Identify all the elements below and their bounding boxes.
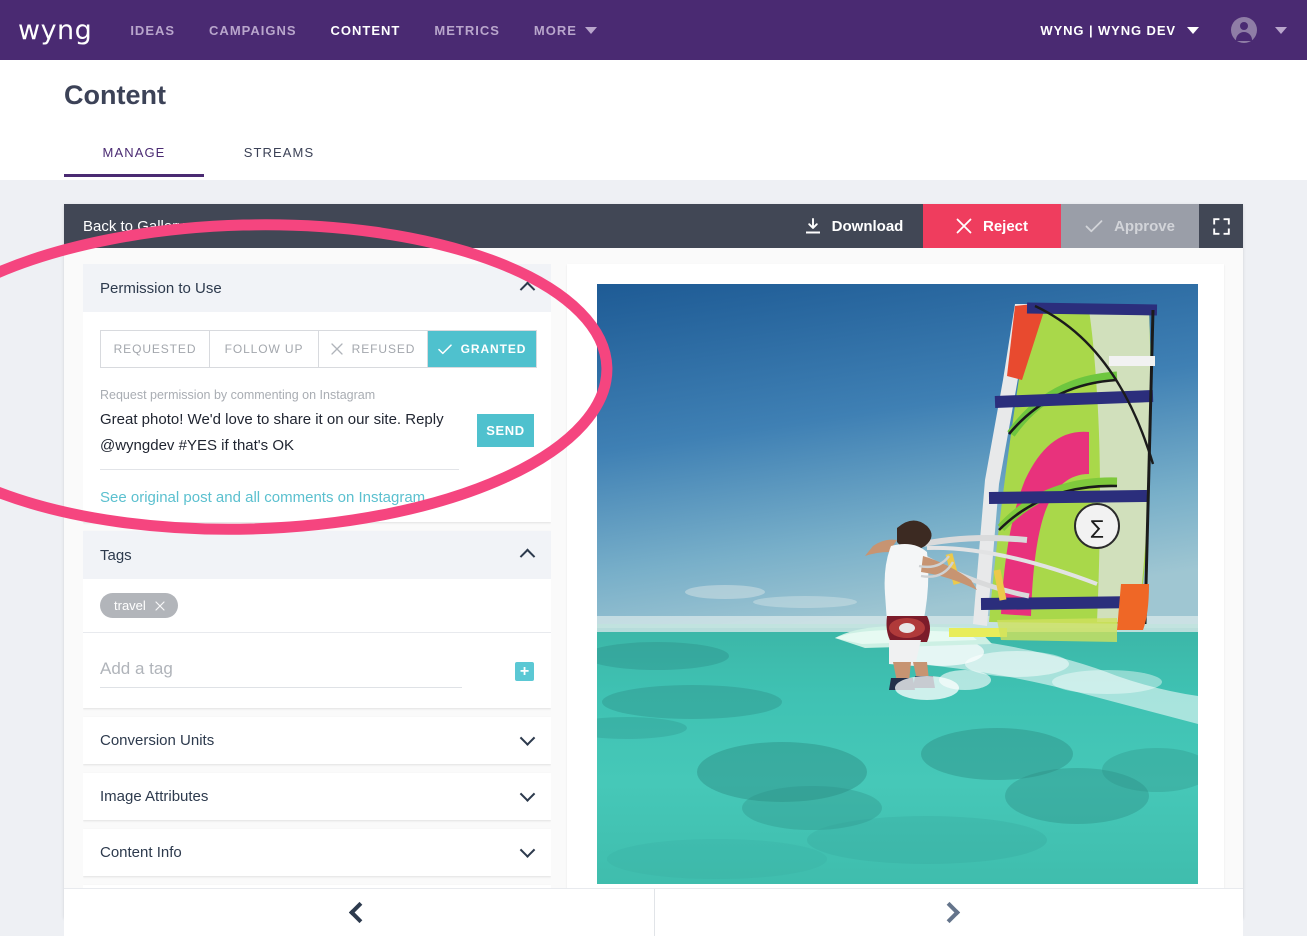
tag-add-row: + <box>83 633 551 708</box>
tags-panel: Tags travel + <box>83 531 551 708</box>
permission-state-refused[interactable]: REFUSED <box>319 331 428 367</box>
windsurfer-photo: ∑ <box>597 284 1198 884</box>
chevron-down-icon <box>519 841 536 862</box>
detail-sidebar: Permission to Use REQUESTED FOLLOW UP RE… <box>83 264 551 914</box>
back-to-gallery-button[interactable]: Back to Gallery <box>64 204 185 248</box>
content-info-panel-title: Content Info <box>100 844 182 861</box>
user-avatar-icon[interactable] <box>1231 17 1257 43</box>
permission-state-granted-label: GRANTED <box>460 342 527 356</box>
approve-label: Approve <box>1114 217 1175 235</box>
permission-state-follow-up-label: FOLLOW UP <box>224 342 304 356</box>
tab-manage[interactable]: MANAGE <box>64 135 204 177</box>
tag-chip[interactable]: travel <box>100 593 178 618</box>
permission-state-refused-label: REFUSED <box>351 342 416 356</box>
nav-item-more[interactable]: MORE <box>534 23 597 38</box>
content-info-panel-header[interactable]: Content Info <box>83 829 551 876</box>
tag-chip-list: travel <box>83 579 551 633</box>
previous-item-button[interactable] <box>64 889 655 936</box>
conversion-units-panel-title: Conversion Units <box>100 732 215 749</box>
approve-button[interactable]: Approve <box>1061 204 1199 248</box>
permission-state-requested-label: REQUESTED <box>113 342 197 356</box>
app-root: wyng IDEAS CAMPAIGNS CONTENT METRICS MOR… <box>0 0 1307 936</box>
detail-toolbar: Back to Gallery Download Reject Approve <box>64 204 1243 248</box>
next-item-button[interactable] <box>655 889 1243 936</box>
item-pagination-bar <box>64 888 1243 936</box>
chevron-down-icon <box>1275 27 1287 34</box>
add-tag-input[interactable] <box>100 655 462 688</box>
tag-chip-label: travel <box>114 598 146 613</box>
send-button[interactable]: SEND <box>477 414 534 447</box>
page-header: Content MANAGE STREAMS <box>0 60 1307 180</box>
permission-panel-header[interactable]: Permission to Use <box>83 264 551 312</box>
download-button[interactable]: Download <box>785 204 923 248</box>
permission-state-toggle-group: REQUESTED FOLLOW UP REFUSED GRANTED <box>100 330 537 368</box>
chevron-down-icon <box>1187 26 1199 34</box>
account-switcher[interactable]: WYNG | WYNG DEV <box>1040 23 1199 38</box>
add-tag-button[interactable]: + <box>515 662 534 681</box>
permission-state-requested[interactable]: REQUESTED <box>101 331 210 367</box>
chevron-down-icon <box>519 785 536 806</box>
download-icon <box>805 217 821 235</box>
chevron-left-icon <box>348 901 370 924</box>
nav-item-more-label: MORE <box>533 22 577 38</box>
original-post-link[interactable]: See original post and all comments on In… <box>100 489 534 506</box>
image-attributes-panel: Image Attributes <box>83 773 551 820</box>
conversion-units-panel: Conversion Units <box>83 717 551 764</box>
chevron-down-icon <box>584 26 597 34</box>
svg-text:∑: ∑ <box>1091 517 1104 539</box>
tags-panel-header[interactable]: Tags <box>83 531 551 579</box>
chevron-right-icon <box>938 901 960 924</box>
chevron-down-icon <box>519 729 536 750</box>
permission-message-text: Great photo! We'd love to share it on ou… <box>100 411 444 454</box>
page-title: Content <box>64 80 166 110</box>
download-label: Download <box>831 217 904 235</box>
content-tabs: MANAGE STREAMS <box>64 135 354 177</box>
content-info-panel: Content Info <box>83 829 551 876</box>
permission-hint: Request permission by commenting on Inst… <box>100 388 376 402</box>
nav-item-ideas[interactable]: IDEAS <box>130 23 175 38</box>
top-navigation-bar: wyng IDEAS CAMPAIGNS CONTENT METRICS MOR… <box>0 0 1307 60</box>
permission-message-field[interactable]: Great photo! We'd love to share it on ou… <box>100 407 459 470</box>
check-icon <box>1085 219 1103 234</box>
close-icon <box>956 218 972 234</box>
check-icon <box>437 343 452 355</box>
media-preview-pane: ∑ <box>567 264 1224 914</box>
permission-panel-body: REQUESTED FOLLOW UP REFUSED GRANTED Requ… <box>83 312 551 522</box>
content-detail-card: Back to Gallery Download Reject Approve … <box>64 204 1243 918</box>
fullscreen-button[interactable] <box>1199 204 1243 248</box>
conversion-units-panel-header[interactable]: Conversion Units <box>83 717 551 764</box>
nav-item-content[interactable]: CONTENT <box>331 23 401 38</box>
wyng-logo[interactable]: wyng <box>18 17 92 44</box>
tags-panel-title: Tags <box>100 546 132 564</box>
permission-state-follow-up[interactable]: FOLLOW UP <box>210 331 319 367</box>
permission-panel-title: Permission to Use <box>100 279 222 297</box>
user-menu-toggle[interactable] <box>1275 21 1287 39</box>
close-icon[interactable] <box>155 600 165 611</box>
reject-label: Reject <box>982 217 1029 235</box>
chevron-up-icon <box>519 279 536 298</box>
account-label: WYNG | WYNG DEV <box>1040 22 1176 38</box>
back-to-gallery-label: Back to Gallery <box>83 217 185 235</box>
permission-state-granted[interactable]: GRANTED <box>428 331 536 367</box>
top-right-group: WYNG | WYNG DEV <box>1040 17 1287 43</box>
nav-item-campaigns[interactable]: CAMPAIGNS <box>209 23 296 38</box>
image-attributes-panel-header[interactable]: Image Attributes <box>83 773 551 820</box>
x-icon <box>331 343 343 355</box>
reject-button[interactable]: Reject <box>923 204 1061 248</box>
nav-item-metrics[interactable]: METRICS <box>434 23 500 38</box>
permission-message-row: Great photo! We'd love to share it on ou… <box>100 407 534 470</box>
permission-panel: Permission to Use REQUESTED FOLLOW UP RE… <box>83 264 551 522</box>
image-attributes-panel-title: Image Attributes <box>100 788 209 805</box>
main-nav-links: IDEAS CAMPAIGNS CONTENT METRICS MORE <box>130 23 631 38</box>
content-image[interactable]: ∑ <box>597 284 1198 884</box>
tab-streams[interactable]: STREAMS <box>204 135 354 177</box>
chevron-up-icon <box>519 546 536 565</box>
fullscreen-icon <box>1212 217 1230 235</box>
